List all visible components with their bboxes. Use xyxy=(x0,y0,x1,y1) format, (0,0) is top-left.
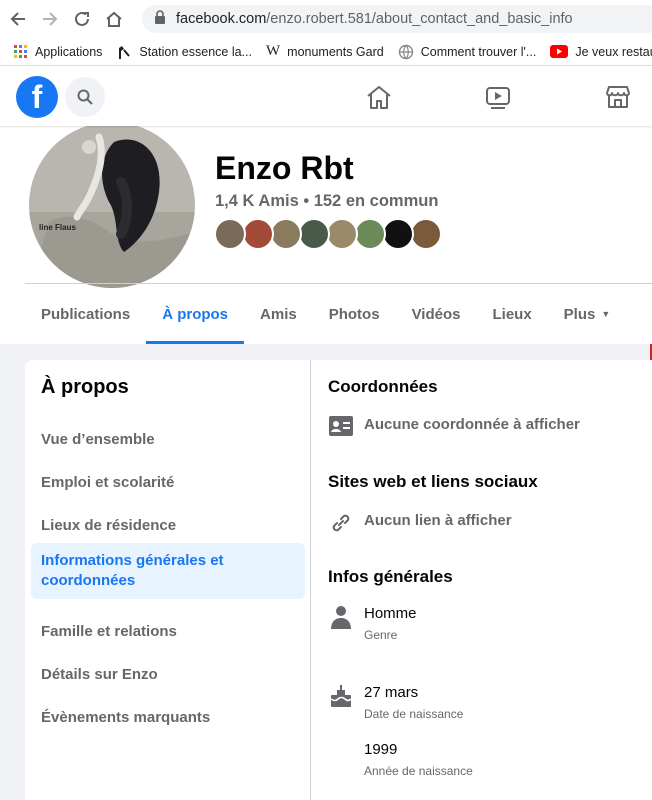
tab-photos[interactable]: Photos xyxy=(313,284,396,344)
web-links-row: Aucun lien à afficher xyxy=(328,512,512,534)
tab-plus-label: Plus xyxy=(563,305,596,323)
about-item-life-events[interactable]: Évènements marquants xyxy=(31,700,305,736)
friends-count[interactable]: 1,4 K Amis • 152 en commun xyxy=(215,192,438,211)
bookmarks-bar: Applications Station essence la... W mon… xyxy=(0,38,652,66)
tab-amis[interactable]: Amis xyxy=(244,284,313,344)
home-icon[interactable] xyxy=(100,5,128,33)
birth-year-label: Année de naissance xyxy=(364,764,473,778)
watch-video-icon[interactable] xyxy=(484,83,512,116)
about-item-work-education[interactable]: Emploi et scolarité xyxy=(31,465,305,501)
search-icon[interactable] xyxy=(65,77,105,117)
contact-card-icon xyxy=(328,416,354,436)
bookmark-applications[interactable]: Applications xyxy=(14,44,102,59)
home-nav-icon[interactable] xyxy=(365,83,393,116)
avatar-watermark: line Flaus xyxy=(39,223,76,232)
general-info-heading: Infos générales xyxy=(328,567,453,586)
tab-publications[interactable]: Publications xyxy=(25,284,146,344)
globe-icon xyxy=(398,44,414,60)
browser-toolbar: facebook.com/enzo.robert.581/about_conta… xyxy=(0,0,652,38)
link-icon xyxy=(328,512,354,534)
tab-a-propos[interactable]: À propos xyxy=(146,284,244,344)
birthday-cake-icon xyxy=(328,684,354,708)
mutual-friend-avatar[interactable] xyxy=(214,218,246,250)
marketplace-icon[interactable] xyxy=(604,83,632,116)
tab-videos[interactable]: Vidéos xyxy=(396,284,477,344)
bookmark-station-essence[interactable]: Station essence la... xyxy=(116,44,252,60)
facebook-header: f xyxy=(0,66,652,126)
fuel-pump-icon xyxy=(116,44,132,60)
tab-lieux[interactable]: Lieux xyxy=(476,284,547,344)
web-links-empty-text: Aucun lien à afficher xyxy=(364,512,512,529)
gender-label: Genre xyxy=(364,628,398,642)
wikipedia-icon: W xyxy=(265,43,281,59)
tab-plus[interactable]: Plus ▼ xyxy=(548,284,627,344)
about-sidebar: À propos Vue d’ensemble Emploi et scolar… xyxy=(25,360,311,800)
mutual-friend-avatars xyxy=(214,218,442,250)
contact-row: Aucune coordonnée à afficher xyxy=(328,416,580,436)
mutual-friend-avatar[interactable] xyxy=(326,218,358,250)
contact-heading: Coordonnées xyxy=(328,377,438,396)
about-card: À propos Vue d’ensemble Emploi et scolar… xyxy=(25,360,652,800)
avatar: line Flaus xyxy=(29,122,195,288)
profile-tabs: Publications À propos Amis Photos Vidéos… xyxy=(25,284,626,344)
address-bar[interactable]: facebook.com/enzo.robert.581/about_conta… xyxy=(142,5,652,33)
mutual-friend-avatar[interactable] xyxy=(270,218,302,250)
mutual-friend-avatar[interactable] xyxy=(410,218,442,250)
about-item-places[interactable]: Lieux de résidence xyxy=(31,508,305,544)
profile-picture[interactable]: line Flaus xyxy=(25,118,199,292)
profile-name: Enzo Rbt xyxy=(215,150,354,186)
about-item-details[interactable]: Détails sur Enzo xyxy=(31,657,305,693)
about-title: À propos xyxy=(41,376,129,398)
gender-value: Homme xyxy=(364,605,417,622)
birthday-label: Date de naissance xyxy=(364,707,464,721)
bookmark-je-veux-restaur[interactable]: Je veux restaur xyxy=(550,45,652,59)
birth-year-row: 1999 Année de naissance xyxy=(328,741,473,778)
reload-icon[interactable] xyxy=(68,5,96,33)
about-item-contact-basic-info[interactable]: Informations générales et coordonnées xyxy=(31,543,305,599)
bookmark-monuments-gard[interactable]: W monuments Gard xyxy=(266,43,384,60)
apps-grid-icon xyxy=(14,44,28,59)
caret-down-icon: ▼ xyxy=(601,309,611,319)
back-arrow-icon[interactable] xyxy=(4,5,32,33)
about-item-overview[interactable]: Vue d’ensemble xyxy=(31,422,305,458)
about-item-family[interactable]: Famille et relations xyxy=(31,614,305,650)
mutual-friend-avatar[interactable] xyxy=(242,218,274,250)
bookmark-comment-trouver[interactable]: Comment trouver l'... xyxy=(398,44,536,60)
birthday-row: 27 mars Date de naissance xyxy=(328,684,463,721)
profile-header: line Flaus Enzo Rbt 1,4 K Amis • 152 en … xyxy=(0,118,652,344)
birthday-value: 27 mars xyxy=(364,684,419,701)
gender-row: Homme Genre xyxy=(328,605,417,642)
person-icon xyxy=(328,605,354,629)
about-details: Coordonnées Aucune coordonnée à afficher… xyxy=(312,360,652,800)
url-text: facebook.com/enzo.robert.581/about_conta… xyxy=(176,11,573,27)
contact-empty-text: Aucune coordonnée à afficher xyxy=(364,416,580,433)
mutual-friend-avatar[interactable] xyxy=(354,218,386,250)
forward-arrow-icon[interactable] xyxy=(36,5,64,33)
mutual-friend-avatar[interactable] xyxy=(382,218,414,250)
birth-year-value: 1999 xyxy=(364,741,398,758)
facebook-logo-icon[interactable]: f xyxy=(16,76,58,118)
mutual-friend-avatar[interactable] xyxy=(298,218,330,250)
youtube-icon xyxy=(550,45,569,58)
web-links-heading: Sites web et liens sociaux xyxy=(328,472,538,491)
lock-icon xyxy=(154,9,166,29)
